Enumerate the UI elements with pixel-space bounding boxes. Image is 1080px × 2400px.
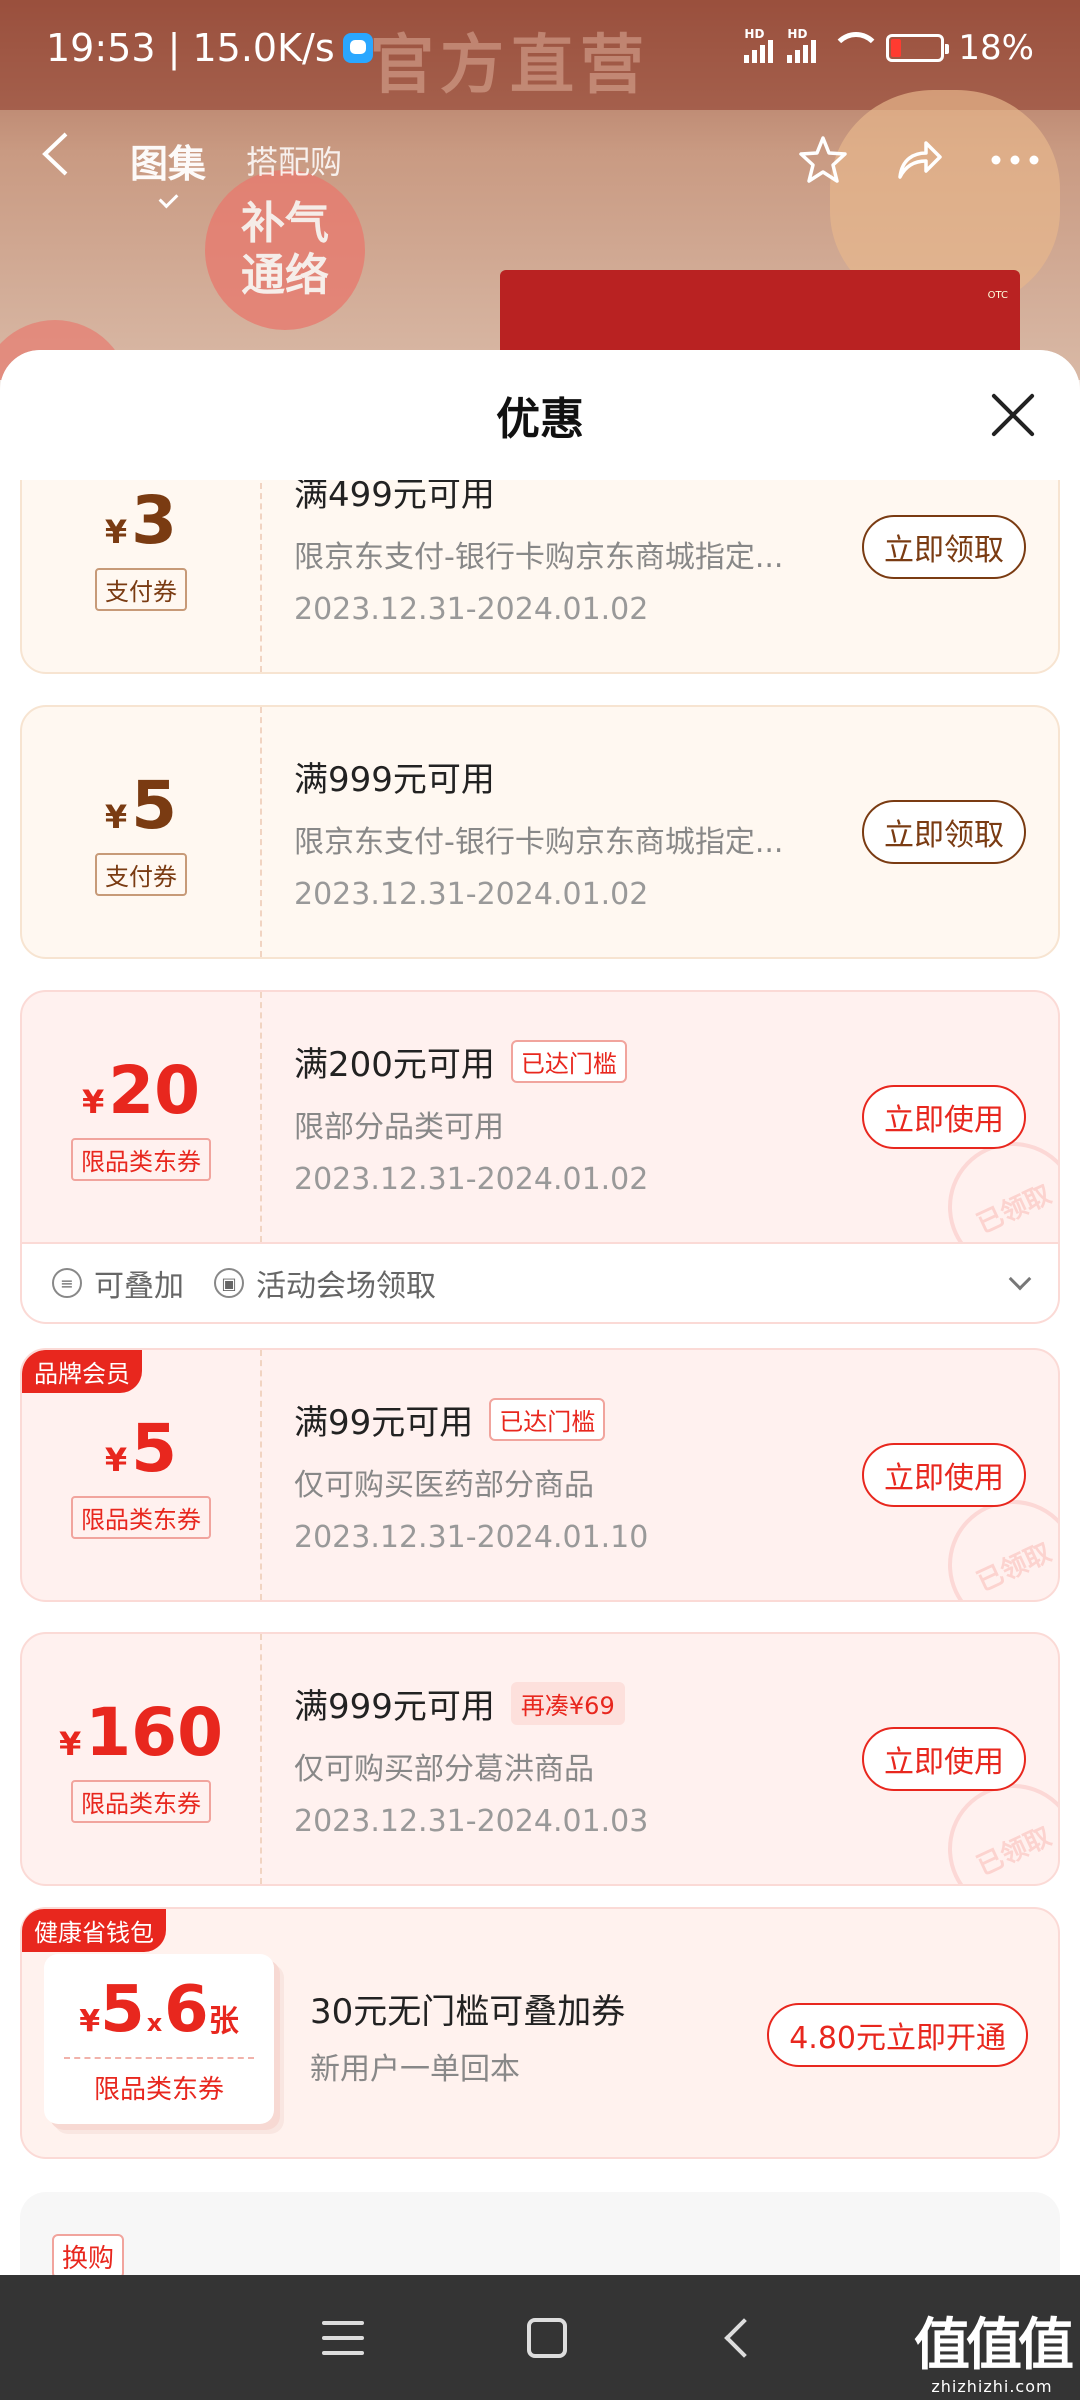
sheet-title: 优惠: [496, 394, 584, 445]
coupon-date: 2023.12.31-2024.01.02: [294, 877, 649, 912]
status-time: 19:53 | 15.0K/s: [46, 26, 335, 70]
coupon-list[interactable]: ¥3 支付券 满499元可用 限京东支付-银行卡购京东商城指定... 2023.…: [0, 480, 1080, 2275]
tab-gallery[interactable]: 图集: [130, 133, 206, 188]
threshold-reached-badge: 已达门槛: [489, 1398, 606, 1441]
signal-icon-2: HD: [787, 27, 817, 63]
coupon-desc: 仅可购买部分葛洪商品: [294, 1752, 594, 1787]
threshold-reached-badge: 已达门槛: [510, 1040, 627, 1083]
coupon-type: 限品类东券: [71, 1137, 211, 1181]
coupon-desc: 限京东支付-银行卡购京东商城指定...: [294, 540, 784, 575]
battery-icon: [886, 34, 950, 62]
coupon-threshold: 满999元可用: [294, 760, 495, 800]
stack-icon: ≡: [52, 1268, 82, 1298]
share-icon[interactable]: [894, 135, 944, 185]
coupon-amount: ¥3: [104, 481, 178, 559]
stackable-info: ≡ 可叠加: [52, 1261, 184, 1305]
wallet-title: 30元无门槛可叠加券: [310, 1992, 626, 2032]
remaining-amount-badge: 再凑¥69: [510, 1682, 625, 1725]
coupon-type: 支付券: [95, 567, 187, 611]
coupon-threshold: 满99元可用: [294, 1403, 474, 1443]
use-button[interactable]: 立即使用: [862, 1727, 1026, 1791]
home-icon[interactable]: [526, 2317, 567, 2358]
coupon-card: ¥3 支付券 满499元可用 限京东支付-银行卡购京东商城指定... 2023.…: [20, 480, 1060, 674]
activate-button[interactable]: 4.80元立即开通: [767, 2003, 1028, 2067]
back-nav-icon[interactable]: [724, 2317, 765, 2358]
savings-wallet-card: 健康省钱包 ¥5 x 6 张 限品类东券 30元无门槛可叠加券 新用户一单回本 4.8…: [20, 1907, 1060, 2159]
signal-icon: HD: [744, 27, 774, 63]
swap-badge: 换购: [52, 2234, 125, 2275]
coupon-date: 2023.12.31-2024.01.02: [294, 1162, 649, 1197]
coupon-desc: 仅可购买医药部分商品: [294, 1468, 594, 1503]
watermark: 值值值 zhizhizhi.com: [914, 2300, 1074, 2396]
coupon-type: 支付券: [95, 852, 187, 896]
tab-bundle[interactable]: 搭配购: [246, 137, 342, 183]
source-info: ▣ 活动会场领取: [214, 1261, 436, 1305]
coupon-card: ¥20 限品类东券 满200元可用 已达门槛 限部分品类可用 2023.12.31…: [20, 990, 1060, 1244]
claim-button[interactable]: 立即领取: [862, 515, 1026, 579]
coupon-card: ¥160 限品类东券 满999元可用 再凑¥69 仅可购买部分葛洪商品 2023.…: [20, 1632, 1060, 1886]
top-nav: 图集 搭配购: [0, 120, 1080, 200]
coupon-desc: 限部分品类可用: [294, 1110, 504, 1145]
coupon-threshold: 满499元可用: [294, 480, 495, 515]
otc-label: OTC: [987, 290, 1008, 301]
wallet-type: 限品类东券: [93, 2074, 224, 2105]
coupon-date: 2023.12.31-2024.01.10: [294, 1520, 649, 1555]
watermark-url: zhizhizhi.com: [931, 2377, 1053, 2396]
coupon-sheet: 优惠 ¥3 支付券 满499元可用 限京东支付-银行卡购京东商城指定... 20…: [0, 350, 1080, 2275]
notification-app-icon: [342, 33, 373, 63]
coupon-threshold: 满200元可用: [294, 1045, 495, 1085]
coupon-desc: 限京东支付-银行卡购京东商城指定...: [294, 825, 784, 860]
coupon-card: ¥5 支付券 满999元可用 限京东支付-银行卡购京东商城指定... 2023.…: [20, 705, 1060, 959]
close-icon[interactable]: [988, 390, 1038, 440]
coupon-amount: ¥20: [81, 1051, 201, 1129]
savings-wallet-badge: 健康省钱包: [22, 1909, 166, 1952]
coupon-amount: ¥160: [58, 1693, 224, 1771]
wallet-subtitle: 新用户一单回本: [310, 2052, 520, 2087]
coupon-amount: ¥5: [104, 766, 178, 844]
swap-card[interactable]: 换购: [20, 2192, 1060, 2275]
coupon-date: 2023.12.31-2024.01.03: [294, 1804, 649, 1839]
menu-icon[interactable]: [321, 2320, 364, 2355]
brand-member-badge: 品牌会员: [22, 1350, 142, 1393]
wifi-icon: [830, 32, 883, 64]
coupon-threshold: 满999元可用: [294, 1687, 495, 1727]
wallet-amount: ¥5 x 6 张: [79, 1972, 239, 2047]
wallet-ticket: ¥5 x 6 张 限品类东券: [44, 1954, 274, 2124]
more-icon[interactable]: [990, 135, 1040, 185]
claim-button[interactable]: 立即领取: [862, 800, 1026, 864]
coupon-type: 限品类东券: [71, 1495, 211, 1539]
status-bar: 19:53 | 15.0K/s HD HD 18%: [0, 0, 1080, 96]
coupon-card: 品牌会员 ¥5 限品类东券 满99元可用 已达门槛 仅可购买医药部分商品 2023…: [20, 1348, 1060, 1602]
coupon-amount: ¥5: [104, 1409, 178, 1487]
use-button[interactable]: 立即使用: [862, 1085, 1026, 1149]
watermark-logo: 值值值: [914, 2313, 1074, 2378]
use-button[interactable]: 立即使用: [862, 1443, 1026, 1507]
coupon-date: 2023.12.31-2024.01.02: [294, 592, 649, 627]
star-icon[interactable]: [798, 135, 848, 185]
ticket-icon: ▣: [214, 1268, 244, 1298]
coupon-footer[interactable]: ≡ 可叠加 ▣ 活动会场领取: [20, 1244, 1060, 1324]
back-icon[interactable]: [40, 131, 90, 189]
sheet-header: 优惠: [0, 350, 1080, 480]
coupon-type: 限品类东券: [71, 1779, 211, 1823]
battery-percent: 18%: [958, 28, 1034, 68]
chevron-down-icon[interactable]: [1008, 1267, 1032, 1291]
